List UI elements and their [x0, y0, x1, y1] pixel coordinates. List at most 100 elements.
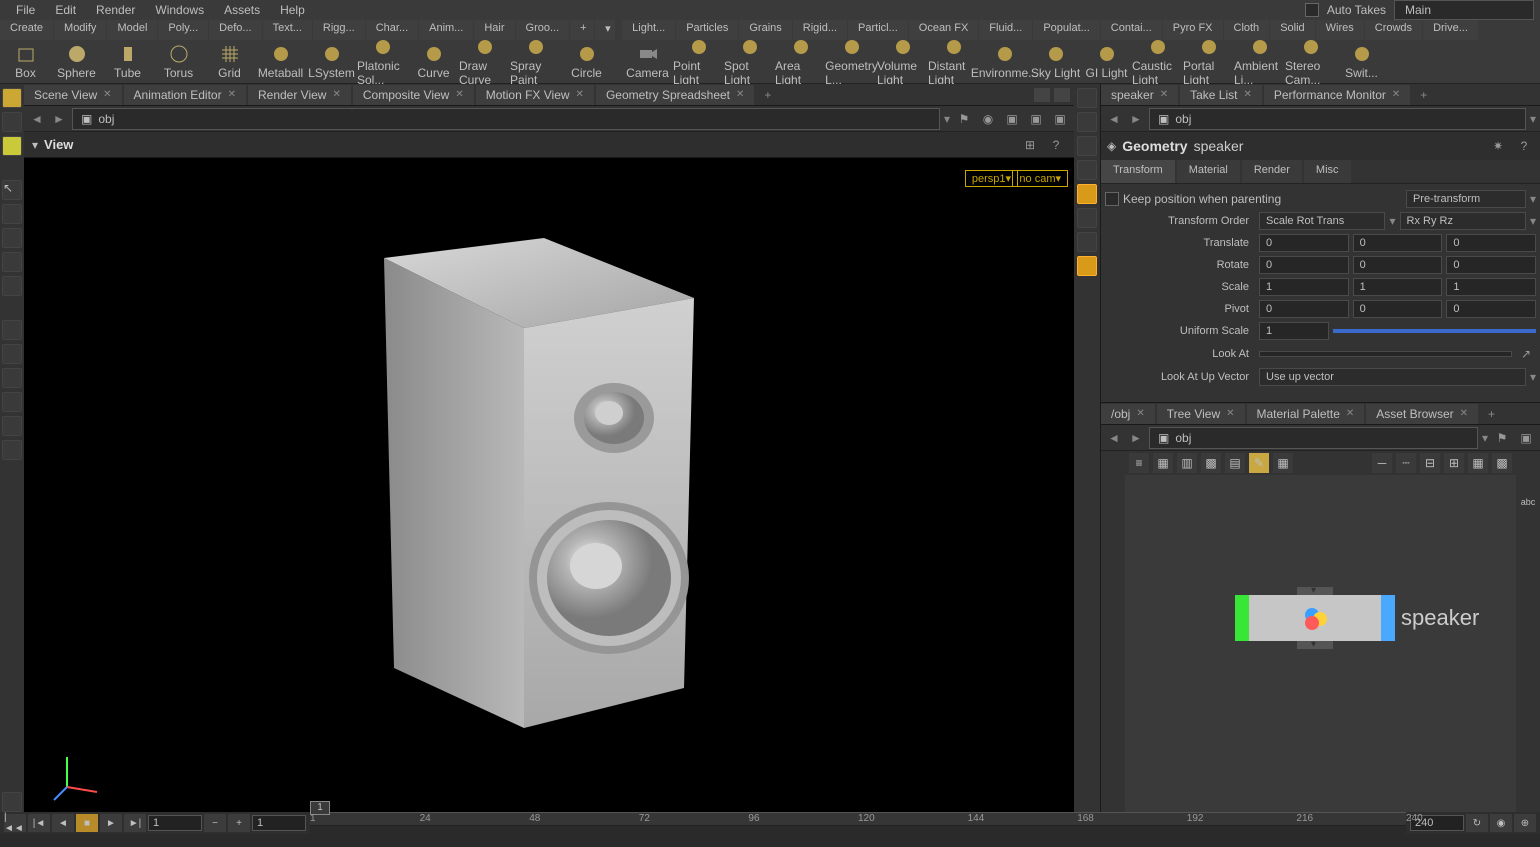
net-view-icon[interactable]: ▤ — [1225, 453, 1245, 473]
tab-render[interactable]: Render — [1242, 160, 1302, 183]
pane-opt-icon[interactable] — [1054, 88, 1070, 102]
tool-icon[interactable] — [2, 252, 22, 272]
shelf-tool-grid[interactable]: Grid — [204, 40, 255, 83]
light-toggle-icon[interactable] — [1077, 184, 1097, 204]
xyz-dropdown[interactable]: Rx Ry Rz — [1400, 212, 1526, 230]
play-stop-icon[interactable]: ■ — [76, 814, 98, 832]
shelf-tool-draw-curve[interactable]: Draw Curve — [459, 40, 510, 83]
pane-tab[interactable]: Animation Editor✕ — [124, 85, 246, 105]
path-field[interactable]: ▣ obj — [72, 108, 940, 130]
tool-icon[interactable] — [2, 112, 22, 132]
nav-back-icon[interactable]: ◄ — [28, 110, 46, 128]
shelf-tab[interactable]: Wires — [1316, 20, 1364, 40]
display-opt-icon[interactable] — [1077, 208, 1097, 228]
pane-tab[interactable]: Performance Monitor✕ — [1264, 85, 1410, 105]
pin-icon[interactable]: ⚑ — [1492, 428, 1512, 448]
scale-z[interactable]: 1 — [1446, 278, 1536, 296]
node-output-icon[interactable]: ▾ — [1297, 641, 1333, 649]
frame-plus-icon[interactable]: + — [228, 814, 250, 832]
shelf-tab[interactable]: Poly... — [158, 20, 208, 40]
shelf-tool-lsystem[interactable]: LSystem — [306, 40, 357, 83]
shelf-tab[interactable]: Modify — [54, 20, 106, 40]
pane-tab[interactable]: Tree View✕ — [1157, 404, 1245, 424]
tool-icon[interactable] — [2, 392, 22, 412]
shelf-tool-gi-light[interactable]: GI Light — [1081, 40, 1132, 83]
net-opt-icon[interactable]: ⊞ — [1444, 453, 1464, 473]
add-tab-icon[interactable]: + — [1480, 404, 1503, 424]
net-opt-icon[interactable]: ▩ — [1492, 453, 1512, 473]
net-opt-icon[interactable]: ⊟ — [1420, 453, 1440, 473]
shelf-tool-area-light[interactable]: Area Light — [775, 40, 826, 83]
shelf-tool-camera[interactable]: Camera — [622, 40, 673, 83]
timeline-opt-icon[interactable]: ↻ — [1466, 814, 1488, 832]
keep-position-checkbox[interactable] — [1105, 192, 1119, 206]
nav-fwd-icon[interactable]: ► — [50, 110, 68, 128]
tool-icon[interactable] — [2, 136, 22, 156]
help-icon[interactable]: ? — [1046, 135, 1066, 155]
close-icon[interactable]: ✕ — [1243, 89, 1251, 100]
shelf-add-icon[interactable]: + — [570, 20, 594, 40]
opt-icon[interactable]: ▣ — [1050, 109, 1070, 129]
pane-tab[interactable]: Composite View✕ — [353, 85, 474, 105]
menu-assets[interactable]: Assets — [214, 1, 270, 19]
uniform-scale-slider[interactable] — [1333, 329, 1536, 333]
take-selector[interactable]: Main — [1394, 0, 1534, 20]
net-view-icon[interactable]: ▦ — [1273, 453, 1293, 473]
tool-icon[interactable] — [2, 440, 22, 460]
shelf-tool-stereo-cam-[interactable]: Stereo Cam... — [1285, 40, 1336, 83]
tab-misc[interactable]: Misc — [1304, 160, 1351, 183]
display-opt-icon[interactable] — [1077, 256, 1097, 276]
frame-minus-icon[interactable]: − — [204, 814, 226, 832]
nav-back-icon[interactable]: ◄ — [1105, 110, 1123, 128]
pane-tab[interactable]: Take List✕ — [1180, 85, 1262, 105]
shelf-tool-circle[interactable]: Circle — [561, 40, 612, 83]
menu-edit[interactable]: Edit — [45, 1, 86, 19]
shelf-tab[interactable]: Defo... — [209, 20, 261, 40]
net-view-icon[interactable]: ▦ — [1153, 453, 1173, 473]
add-tab-icon[interactable]: + — [1412, 85, 1435, 105]
tool-icon[interactable] — [2, 344, 22, 364]
timeline-opt-icon[interactable]: ⊕ — [1514, 814, 1536, 832]
timeline-opt-icon[interactable]: ◉ — [1490, 814, 1512, 832]
shelf-tool-geometry-l-[interactable]: Geometry L... — [826, 40, 877, 83]
close-icon[interactable]: ✕ — [1160, 89, 1168, 100]
tool-icon[interactable] — [2, 368, 22, 388]
node-input-icon[interactable]: ▾ — [1297, 587, 1333, 595]
pivot-x[interactable]: 0 — [1259, 300, 1349, 318]
play-first-icon[interactable]: |◄◄ — [4, 814, 26, 832]
pin-icon[interactable]: ⚑ — [954, 109, 974, 129]
tool-icon[interactable] — [2, 228, 22, 248]
add-tab-icon[interactable]: + — [756, 85, 779, 105]
frame-current-field[interactable] — [252, 815, 306, 831]
net-text-icon[interactable]: abc — [1521, 497, 1536, 507]
pivot-z[interactable]: 0 — [1446, 300, 1536, 318]
scale-x[interactable]: 1 — [1259, 278, 1349, 296]
rotate-y[interactable]: 0 — [1353, 256, 1443, 274]
opt-icon[interactable]: ▣ — [1516, 428, 1536, 448]
close-icon[interactable]: ✕ — [1346, 408, 1354, 419]
frame-start-field[interactable] — [148, 815, 202, 831]
net-opt-icon[interactable]: ▦ — [1468, 453, 1488, 473]
pane-tab[interactable]: Geometry Spreadsheet✕ — [596, 85, 754, 105]
close-icon[interactable]: ✕ — [576, 89, 584, 100]
rotate-x[interactable]: 0 — [1259, 256, 1349, 274]
shelf-tool-point-light[interactable]: Point Light — [673, 40, 724, 83]
shelf-tool-curve[interactable]: Curve — [408, 40, 459, 83]
shelf-tool-sky-light[interactable]: Sky Light — [1030, 40, 1081, 83]
node-display-flag[interactable] — [1235, 595, 1249, 641]
display-opt-icon[interactable] — [1077, 232, 1097, 252]
shelf-tool-environme-[interactable]: Environme... — [979, 40, 1030, 83]
gear-icon[interactable]: ✷ — [1488, 136, 1508, 156]
translate-x[interactable]: 0 — [1259, 234, 1349, 252]
display-opt-icon[interactable] — [1077, 136, 1097, 156]
node-render-flag[interactable] — [1381, 595, 1395, 641]
pane-tab[interactable]: Asset Browser✕ — [1366, 404, 1478, 424]
nav-fwd-icon[interactable]: ► — [1127, 110, 1145, 128]
translate-y[interactable]: 0 — [1353, 234, 1443, 252]
path-field[interactable]: ▣ obj — [1149, 427, 1478, 449]
close-icon[interactable]: ✕ — [455, 89, 463, 100]
close-icon[interactable]: ✕ — [103, 89, 111, 100]
layout-icon[interactable]: ⊞ — [1020, 135, 1040, 155]
shelf-tool-metaball[interactable]: Metaball — [255, 40, 306, 83]
tool-icon[interactable] — [2, 276, 22, 296]
